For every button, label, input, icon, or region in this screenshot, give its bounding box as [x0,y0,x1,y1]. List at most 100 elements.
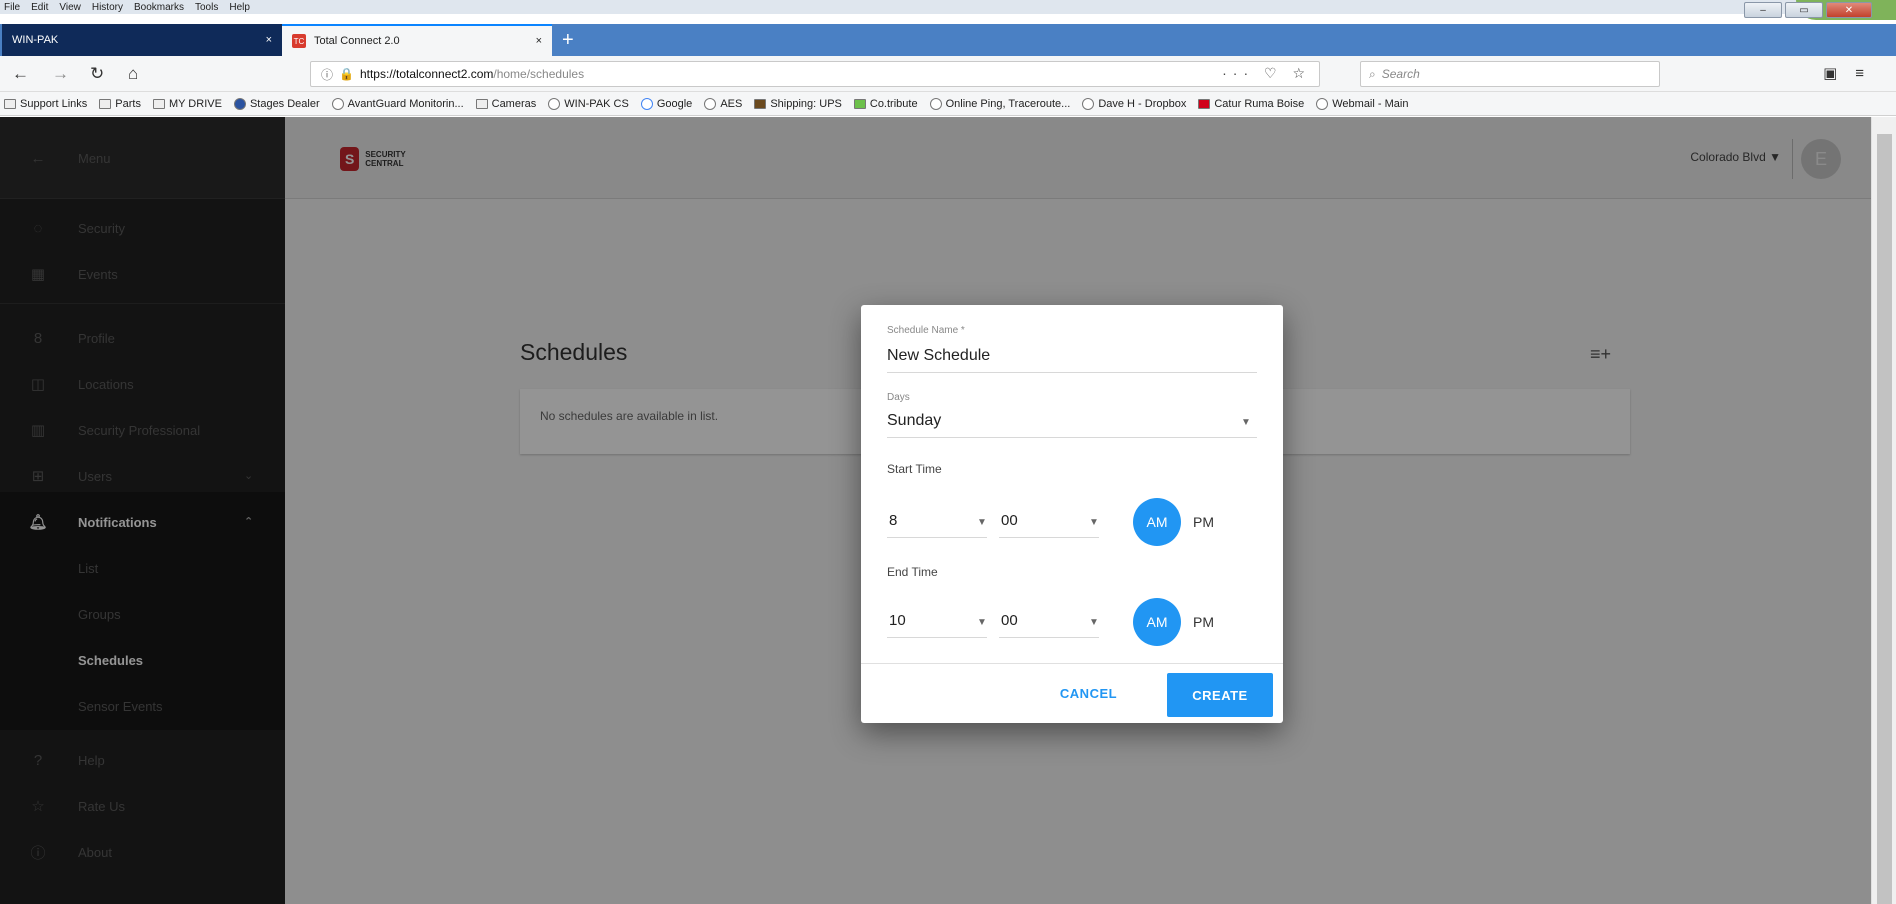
bookmark-item[interactable]: Online Ping, Traceroute... [929,97,1071,110]
bookmark-label: WIN-PAK CS [564,97,629,110]
menu-file[interactable]: File [4,2,20,13]
minimize-button[interactable]: – [1744,2,1782,18]
tab-bar: WIN-PAK × TC Total Connect 2.0 × + [0,24,1896,56]
end-time-label: End Time [887,565,938,579]
menu-help[interactable]: Help [229,2,250,13]
end-hour-select[interactable]: 10 [889,612,906,629]
bookmark-label: Support Links [20,97,88,110]
bookmark-item[interactable]: Parts [99,98,141,110]
days-label: Days [887,392,910,403]
menu-bar: File Edit View History Bookmarks Tools H… [0,0,1896,14]
end-pm-toggle[interactable]: PM [1193,614,1214,630]
tab-total-connect[interactable]: TC Total Connect 2.0 × [282,24,552,56]
end-minute-select[interactable]: 00 [1001,612,1018,629]
reload-icon[interactable]: ↻ [90,64,104,84]
menu-bookmarks[interactable]: Bookmarks [134,2,184,13]
bookmark-item[interactable]: MY DRIVE [152,97,222,110]
days-select[interactable]: Sunday [887,412,941,430]
bookmark-item[interactable]: Support Links [4,98,87,110]
search-input[interactable]: ⌕ Search [1360,61,1660,87]
navigation-bar: ← → ↻ ⌂ ⓘ 🔒 https://totalconnect2.com /h… [0,56,1896,92]
start-hour-select[interactable]: 8 [889,512,897,529]
start-minute-select[interactable]: 00 [1001,512,1018,529]
menu-edit[interactable]: Edit [31,2,48,13]
end-am-toggle[interactable]: AM [1133,598,1181,646]
field-underline [887,637,987,638]
schedule-name-input[interactable]: New Schedule [887,347,990,365]
cancel-button[interactable]: CANCEL [1041,673,1136,713]
ping-icon [929,97,942,110]
bookmark-item[interactable]: Catur Ruma Boise [1198,98,1304,110]
create-button[interactable]: CREATE [1167,673,1273,717]
menu-history[interactable]: History [92,2,123,13]
field-underline [887,537,987,538]
info-icon[interactable]: ⓘ [321,66,333,83]
total-connect-favicon-icon: TC [292,34,306,48]
globe-icon [704,97,717,110]
sidebar-menu-icons[interactable]: ▣≡ [1823,64,1882,82]
page-actions[interactable]: ··· ♡ ☆ [1222,65,1311,82]
field-underline [999,637,1099,638]
bookmark-item[interactable]: Stages Dealer [233,97,320,110]
scrollbar-thumb[interactable] [1877,134,1892,904]
bookmark-label: Cameras [491,97,537,110]
bookmark-item[interactable]: Shipping: UPS [754,98,842,110]
bookmark-item[interactable]: AvantGuard Monitorin... [331,97,464,110]
start-pm-toggle[interactable]: PM [1193,514,1214,530]
bookmark-item[interactable]: Co.tribute [853,97,918,110]
bookmark-label: Webmail - Main [1332,97,1409,110]
folder-icon [4,98,16,109]
bookmark-item[interactable]: Webmail - Main [1316,97,1409,110]
menu-view[interactable]: View [59,2,81,13]
back-icon[interactable]: ← [12,64,29,84]
contribute-icon [853,98,866,109]
bookmark-label: MY DRIVE [168,97,222,110]
dropdown-arrow-icon: ▼ [1089,617,1099,628]
bookmark-item[interactable]: AES [704,97,742,110]
globe-icon [331,97,344,110]
create-schedule-dialog: Schedule Name * New Schedule Days Sunday… [861,305,1283,723]
bookmark-label: Online Ping, Traceroute... [945,97,1071,110]
field-underline [887,437,1257,438]
bookmarks-toolbar: Support Links Parts MY DRIVE Stages Deal… [0,92,1896,116]
bookmark-label: Stages Dealer [249,97,320,110]
close-icon[interactable]: × [266,34,272,46]
field-underline [999,537,1099,538]
url-host: https://totalconnect2.com [359,67,494,81]
bookmark-label: Co.tribute [869,97,918,110]
close-icon[interactable]: × [536,35,542,47]
dropdown-arrow-icon: ▼ [1089,517,1099,528]
tab-label: WIN-PAK [12,34,59,46]
tab-winpak[interactable]: WIN-PAK × [2,24,282,56]
bookmark-item[interactable]: WIN-PAK CS [548,97,629,110]
bookmark-item[interactable]: Cameras [475,97,537,110]
dialog-footer-divider [861,663,1283,664]
home-icon[interactable]: ⌂ [128,64,138,84]
close-window-button[interactable]: ✕ [1826,2,1872,18]
start-time-label: Start Time [887,462,942,476]
bookmark-item[interactable]: Google [640,97,692,110]
bookmark-item[interactable]: Dave H - Dropbox [1082,97,1187,110]
google-icon [640,97,653,110]
window-controls: – ▭ ✕ [1744,2,1872,18]
maximize-button[interactable]: ▭ [1785,2,1823,18]
folder-icon [99,98,112,109]
globe-icon [548,97,561,110]
forward-icon[interactable]: → [52,64,69,84]
globe-icon [1316,97,1329,110]
ups-icon [754,98,767,109]
globe-icon [1082,97,1095,110]
bookmark-label: AvantGuard Monitorin... [347,97,464,110]
bookmark-label: Parts [115,97,141,110]
field-underline [887,372,1257,373]
url-bar[interactable]: ⓘ 🔒 https://totalconnect2.com /home/sche… [310,61,1320,87]
menu-tools[interactable]: Tools [195,2,218,13]
search-icon: ⌕ [1369,66,1376,81]
folder-icon [475,98,488,109]
diamond-icon [233,97,246,110]
bookmark-label: Dave H - Dropbox [1098,97,1187,110]
start-am-toggle[interactable]: AM [1133,498,1181,546]
new-tab-button[interactable]: + [552,24,574,56]
dropdown-arrow-icon: ▼ [977,617,987,628]
lock-icon: 🔒 [339,67,354,81]
